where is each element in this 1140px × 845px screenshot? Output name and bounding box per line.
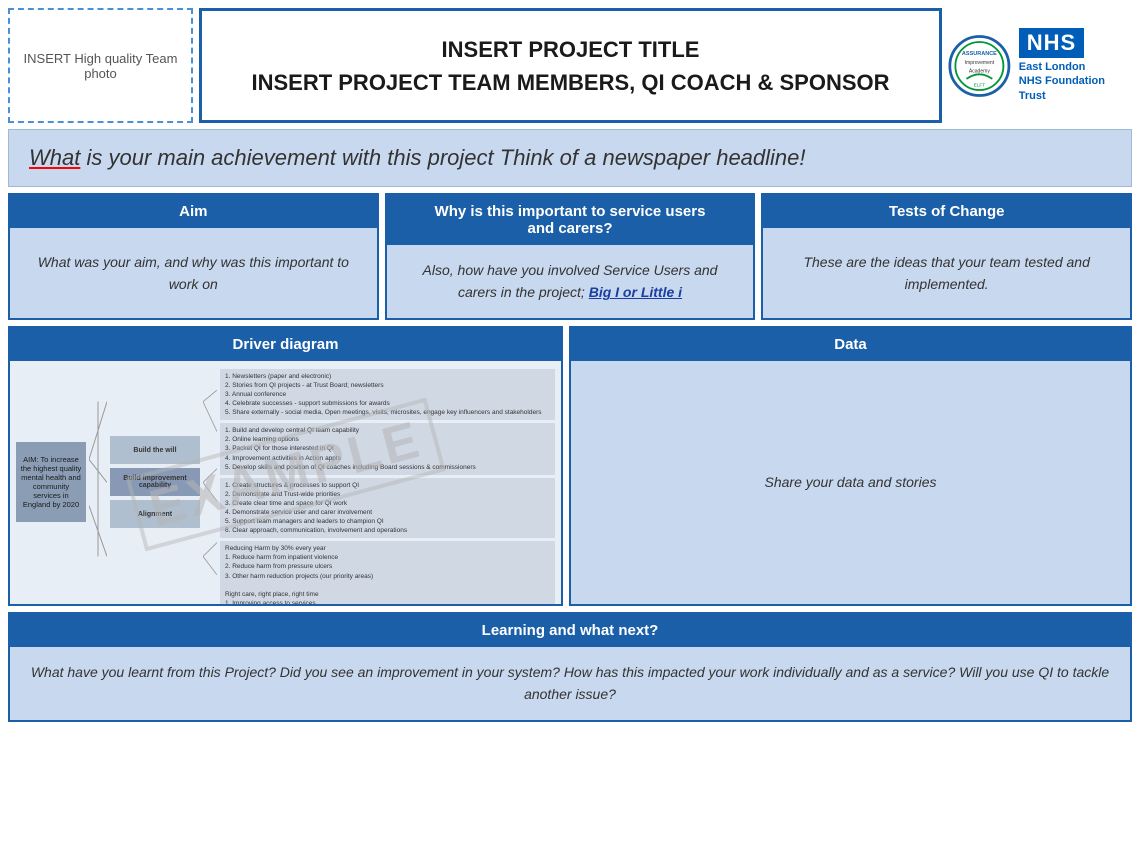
driver-secondary-group-4: Reducing Harm by 30% every year 1. Reduc… xyxy=(220,541,555,604)
driver-secondary-drivers: 1. Newsletters (paper and electronic) 2.… xyxy=(220,367,555,598)
header-section: INSERT High quality Team photo INSERT PR… xyxy=(8,8,1132,123)
driver-diagram-box: Driver diagram EXAMPLE AIM: To increase … xyxy=(8,326,563,606)
driver-secondary-group-3: 1. Create structures & processes to supp… xyxy=(220,478,555,539)
data-column: Data Share your data and stories xyxy=(569,326,1132,606)
data-text: Share your data and stories xyxy=(765,471,937,493)
three-col-section: Aim What was your aim, and why was this … xyxy=(8,193,1132,320)
headline-banner: What is your main achievement with this … xyxy=(8,129,1132,187)
page: INSERT High quality Team photo INSERT PR… xyxy=(0,0,1140,845)
data-body: Share your data and stories xyxy=(571,361,1130,604)
driver-secondary-group-2: 1. Build and develop central QI team cap… xyxy=(220,423,555,474)
driver-aim-box: AIM: To increase the highest quality men… xyxy=(16,442,86,522)
nhs-badge: NHS xyxy=(1019,28,1084,58)
aim-body: What was your aim, and why was this impo… xyxy=(10,228,377,318)
headline-what: What xyxy=(29,145,80,170)
nhs-trust-name: East London NHS Foundation Trust xyxy=(1019,60,1126,103)
tests-header: Tests of Change xyxy=(763,195,1130,228)
driver-secondary-group-1: 1. Newsletters (paper and electronic) 2.… xyxy=(220,369,555,420)
learning-section: Learning and what next? What have you le… xyxy=(8,612,1132,722)
data-box: Data Share your data and stories xyxy=(569,326,1132,606)
tests-body: These are the ideas that your team teste… xyxy=(763,228,1130,318)
tests-of-change-box: Tests of Change These are the ideas that… xyxy=(761,193,1132,320)
tests-text: These are the ideas that your team teste… xyxy=(779,251,1114,296)
driver-primary-item-3: Alignment xyxy=(110,500,200,528)
driver-diagram-content: EXAMPLE AIM: To increase the highest qua… xyxy=(10,361,561,604)
aim-header: Aim xyxy=(10,195,377,228)
driver-secondary-connectors xyxy=(203,367,217,598)
project-title: INSERT PROJECT TITLE INSERT PROJECT TEAM… xyxy=(251,33,889,99)
learning-body: What have you learnt from this Project? … xyxy=(10,647,1130,720)
team-photo-placeholder: INSERT High quality Team photo xyxy=(8,8,193,123)
aim-box: Aim What was your aim, and why was this … xyxy=(8,193,379,320)
header-title-box: INSERT PROJECT TITLE INSERT PROJECT TEAM… xyxy=(199,8,942,123)
data-header: Data xyxy=(571,328,1130,361)
aim-text: What was your aim, and why was this impo… xyxy=(26,251,361,296)
service-users-text: Also, how have you involved Service User… xyxy=(403,259,738,304)
driver-primary-item-1: Build the will xyxy=(110,436,200,464)
service-users-header: Why is this important to service users a… xyxy=(387,195,754,245)
driver-diagram-column: Driver diagram EXAMPLE AIM: To increase … xyxy=(8,326,563,606)
svg-text:Improvement: Improvement xyxy=(965,60,995,66)
assurance-logo-icon: ASSURANCE Improvement Academy ELFT xyxy=(948,32,1011,100)
learning-header: Learning and what next? xyxy=(10,614,1130,647)
driver-diagram-header: Driver diagram xyxy=(10,328,561,361)
logo-area: ASSURANCE Improvement Academy ELFT NHS E… xyxy=(942,8,1132,123)
driver-inner-layout: AIM: To increase the highest quality men… xyxy=(16,367,555,598)
svg-text:ELFT: ELFT xyxy=(974,82,985,87)
service-users-link[interactable]: Big I or Little i xyxy=(589,284,682,300)
service-users-box: Why is this important to service users a… xyxy=(385,193,756,320)
driver-primary-item-2: Build improvement capability xyxy=(110,468,200,496)
learning-text: What have you learnt from this Project? … xyxy=(30,661,1110,706)
driver-connector-lines xyxy=(89,367,107,598)
nhs-logo: NHS East London NHS Foundation Trust xyxy=(1019,28,1126,103)
two-col-section: Driver diagram EXAMPLE AIM: To increase … xyxy=(8,326,1132,606)
headline-text: What is your main achievement with this … xyxy=(29,145,806,171)
svg-text:ASSURANCE: ASSURANCE xyxy=(962,50,997,56)
service-users-body: Also, how have you involved Service User… xyxy=(387,245,754,318)
driver-primary-drivers: Build the will Build improvement capabil… xyxy=(110,367,200,598)
